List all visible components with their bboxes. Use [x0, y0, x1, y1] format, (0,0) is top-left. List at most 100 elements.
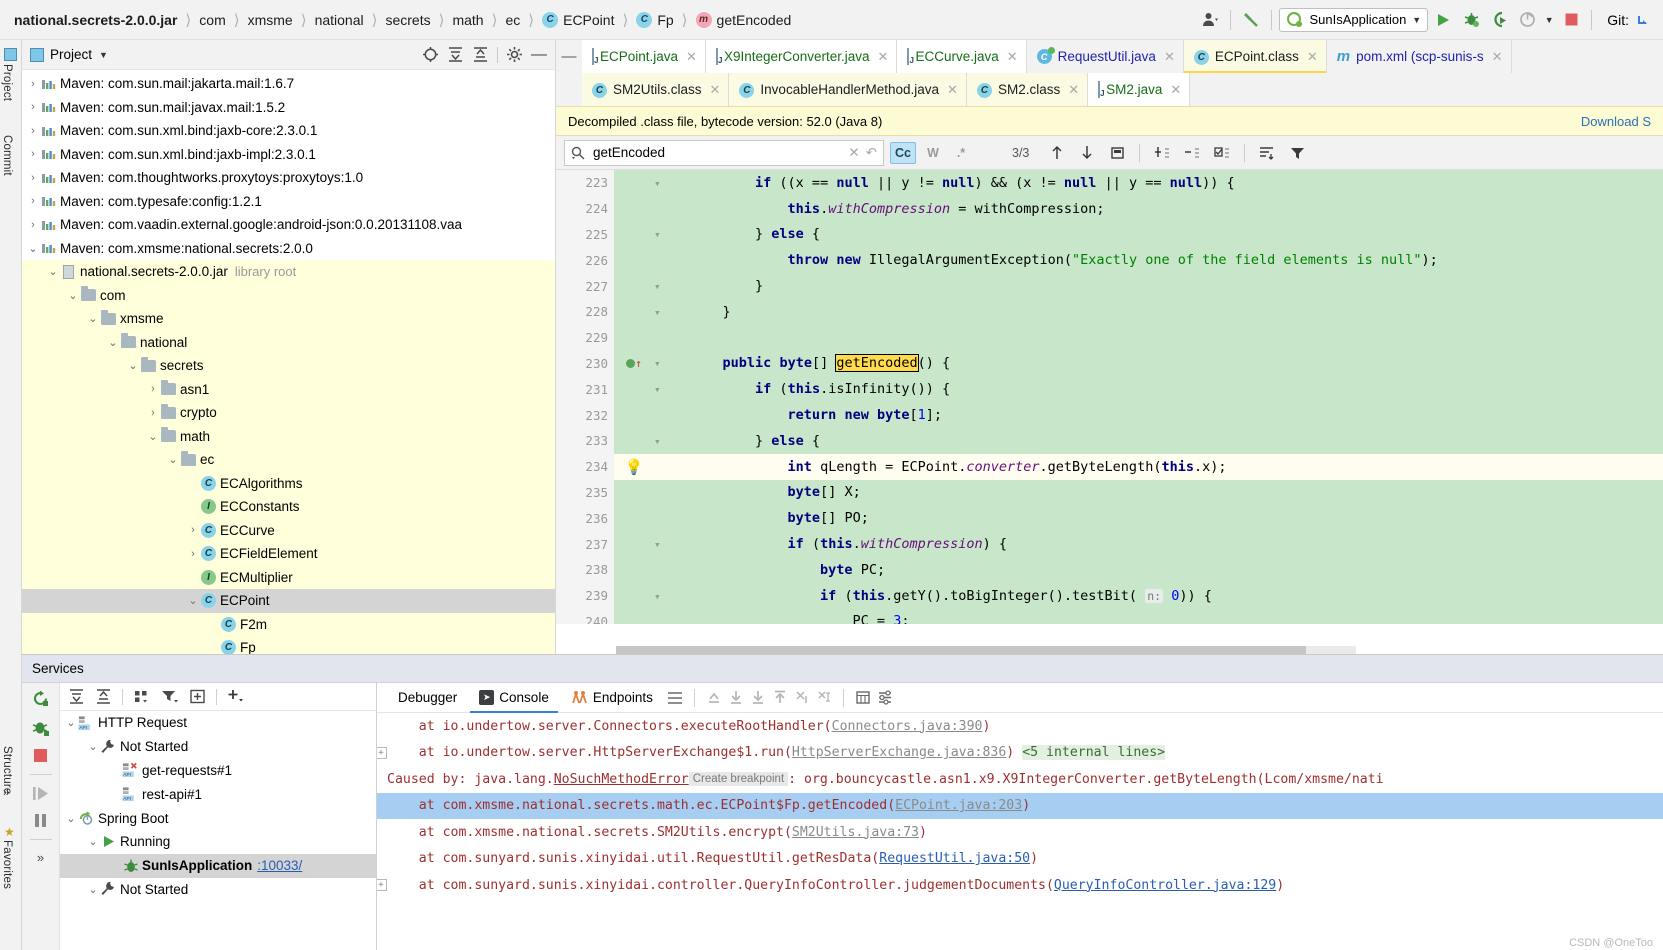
soft-wrap-icon[interactable] [666, 689, 684, 707]
editor-horizontal-scrollbar[interactable] [616, 646, 1356, 654]
chevron-right-icon[interactable]: › [26, 78, 40, 90]
close-icon[interactable]: ✕ [686, 49, 697, 65]
stack-trace-line[interactable]: at io.undertow.server.Connectors.execute… [377, 713, 1663, 740]
arrow-down-icon[interactable] [1075, 142, 1099, 164]
breadcrumb-item-0[interactable]: national.secrets-2.0.0.jar [14, 12, 177, 28]
chevron-down-icon[interactable]: ⌄ [86, 740, 100, 753]
intention-bulb-icon[interactable]: 💡 [625, 458, 644, 476]
add-line-icon[interactable] [1150, 142, 1174, 164]
code-line[interactable]: 238 byte PC; [556, 556, 1663, 583]
close-icon[interactable]: ✕ [710, 82, 721, 98]
profiler-icon[interactable] [1514, 7, 1540, 33]
stack-trace-line[interactable]: at com.xmsme.national.secrets.SM2Utils.e… [377, 819, 1663, 846]
expand-icon[interactable]: + [377, 746, 387, 759]
services-item-link[interactable]: :10033/ [257, 858, 302, 873]
tree-item[interactable]: ⌄ secrets [22, 354, 555, 378]
run-with-coverage-icon[interactable] [1486, 7, 1512, 33]
tree-item[interactable]: C Fp [22, 636, 555, 654]
user-icon[interactable] [1197, 7, 1223, 33]
source-link[interactable]: ECPoint.java:203 [895, 798, 1022, 813]
tree-item[interactable]: ⌄ math [22, 424, 555, 448]
close-icon[interactable]: ✕ [878, 49, 889, 65]
code-line[interactable]: 225 ▾ } else { [556, 221, 1663, 248]
close-icon[interactable]: ✕ [1007, 49, 1018, 65]
stop-icon[interactable] [32, 747, 49, 764]
code-line[interactable]: 223 ▾ if ((x == null || y != null) && (x … [556, 170, 1663, 196]
services-tree-item[interactable]: ⌄ Not Started [60, 878, 376, 902]
source-link[interactable]: HttpServerExchange.java:836 [792, 745, 1006, 760]
debug-icon[interactable] [31, 718, 50, 737]
tree-item[interactable]: C F2m [22, 612, 555, 636]
breadcrumb-item-3[interactable]: national [315, 12, 364, 28]
chevron-down-icon[interactable]: ⌄ [86, 312, 100, 325]
stack-trace-line[interactable]: at com.xmsme.national.secrets.math.ec.EC… [377, 792, 1663, 819]
editor-tab[interactable]: C SM2Utils.class ✕ [582, 73, 730, 106]
search-input[interactable] [591, 144, 843, 161]
code-line[interactable]: 227 ▾ } [556, 273, 1663, 299]
breadcrumb-item-4[interactable]: secrets [385, 12, 430, 28]
chevron-down-icon[interactable]: ⌄ [86, 883, 100, 896]
step-up-icon[interactable] [771, 689, 789, 707]
breadcrumb-item-8[interactable]: C Fp [636, 11, 674, 28]
fold-marker-icon[interactable]: ▾ [654, 588, 672, 604]
chevron-right-icon[interactable]: › [146, 383, 160, 395]
code-line[interactable]: 229 [556, 324, 1663, 351]
filter-icon[interactable] [161, 688, 179, 705]
tree-item[interactable]: › asn1 [22, 377, 555, 401]
pause-icon[interactable] [32, 812, 49, 829]
chevron-down-icon[interactable]: ⌄ [46, 265, 60, 278]
stack-trace-line[interactable]: at com.sunyard.sunis.xinyidai.util.Reque… [377, 846, 1663, 873]
tab-endpoints[interactable]: Endpoints [562, 684, 662, 712]
git-chevron-icon[interactable] [1631, 7, 1657, 33]
tree-item[interactable]: › Maven: com.sun.mail:jakarta.mail:1.6.7 [22, 72, 555, 96]
tree-item[interactable]: ⌄ national.secrets-2.0.0.jar library root [22, 260, 555, 284]
tree-item[interactable]: ⌄ C ECPoint [22, 589, 555, 613]
sidebar-item-project[interactable]: Project [1, 64, 13, 101]
services-tree[interactable]: ⌄ API HTTP Request ⌄ Not Started API get-reque… [60, 711, 376, 950]
create-breakpoint-chip[interactable]: Create breakpoint [688, 772, 789, 787]
chevron-right-icon[interactable]: › [26, 101, 40, 113]
services-tree-item[interactable]: API get-requests#1 [60, 759, 376, 783]
step-out-icon[interactable] [705, 689, 723, 707]
fold-marker-icon[interactable]: ▾ [654, 381, 672, 397]
tree-item[interactable]: › crypto [22, 401, 555, 425]
tree-item[interactable]: › Maven: com.typesafe:config:1.2.1 [22, 190, 555, 214]
close-icon[interactable]: ✕ [1307, 49, 1318, 65]
tab-debugger[interactable]: Debugger [389, 684, 466, 712]
evaluate-icon[interactable] [854, 689, 872, 707]
close-icon[interactable]: ✕ [1492, 49, 1503, 65]
services-tree-item[interactable]: API rest-api#1 [60, 782, 376, 806]
stack-trace-line[interactable]: Caused by: java.lang. NoSuchMethodError C… [377, 766, 1663, 793]
editor-tab[interactable]: C InvocableHandlerMethod.java ✕ [729, 73, 967, 106]
tree-item[interactable]: C ECAlgorithms [22, 471, 555, 495]
expand-icon[interactable]: + [377, 879, 387, 892]
fold-marker-icon[interactable]: ▾ [654, 278, 672, 294]
collapse-all-icon[interactable] [95, 688, 112, 705]
editor-tab[interactable]: C RequestUtil.java ✕ [1026, 40, 1184, 73]
hide-panel-icon[interactable]: — [531, 46, 547, 62]
services-tree-item[interactable]: SunIsApplication:10033/ [60, 853, 376, 878]
editor-tab[interactable]: SM2.java ✕ [1088, 73, 1191, 106]
trace-into-icon[interactable] [815, 689, 833, 707]
list-icon[interactable] [1255, 142, 1279, 164]
services-tree-item[interactable]: ⌄ Spring Boot [60, 806, 376, 830]
chevron-down-icon[interactable]: ⌄ [66, 289, 80, 302]
close-icon[interactable]: ✕ [1170, 82, 1181, 98]
editor-tab[interactable]: ECCurve.java ✕ [897, 40, 1027, 73]
code-line[interactable]: 237 ▾ if (this.withCompression) { [556, 531, 1663, 557]
breakpoint-icon[interactable] [626, 358, 636, 368]
breadcrumb-item-5[interactable]: math [452, 12, 483, 28]
breadcrumb-item-9[interactable]: m getEncoded [695, 11, 791, 28]
stack-trace-line[interactable]: + at io.undertow.server.HttpServerExchan… [377, 740, 1663, 767]
more-icon[interactable]: » [37, 850, 44, 865]
code-line[interactable]: 226 throw new IllegalArgumentException("… [556, 247, 1663, 274]
sidebar-item-favorites[interactable]: Favorites [1, 840, 13, 889]
tree-item[interactable]: ⌄ com [22, 283, 555, 307]
group-icon[interactable] [133, 688, 151, 705]
breadcrumb-item-7[interactable]: C ECPoint [542, 11, 614, 28]
code-line[interactable]: 234 💡 int qLength = ECPoint.converter.get… [556, 453, 1663, 480]
chevron-down-icon[interactable]: ⌄ [126, 359, 140, 372]
tree-item[interactable]: ⌄ ec [22, 448, 555, 472]
chevron-down-icon[interactable]: ⌄ [166, 453, 180, 466]
debug-icon[interactable] [1458, 7, 1484, 33]
